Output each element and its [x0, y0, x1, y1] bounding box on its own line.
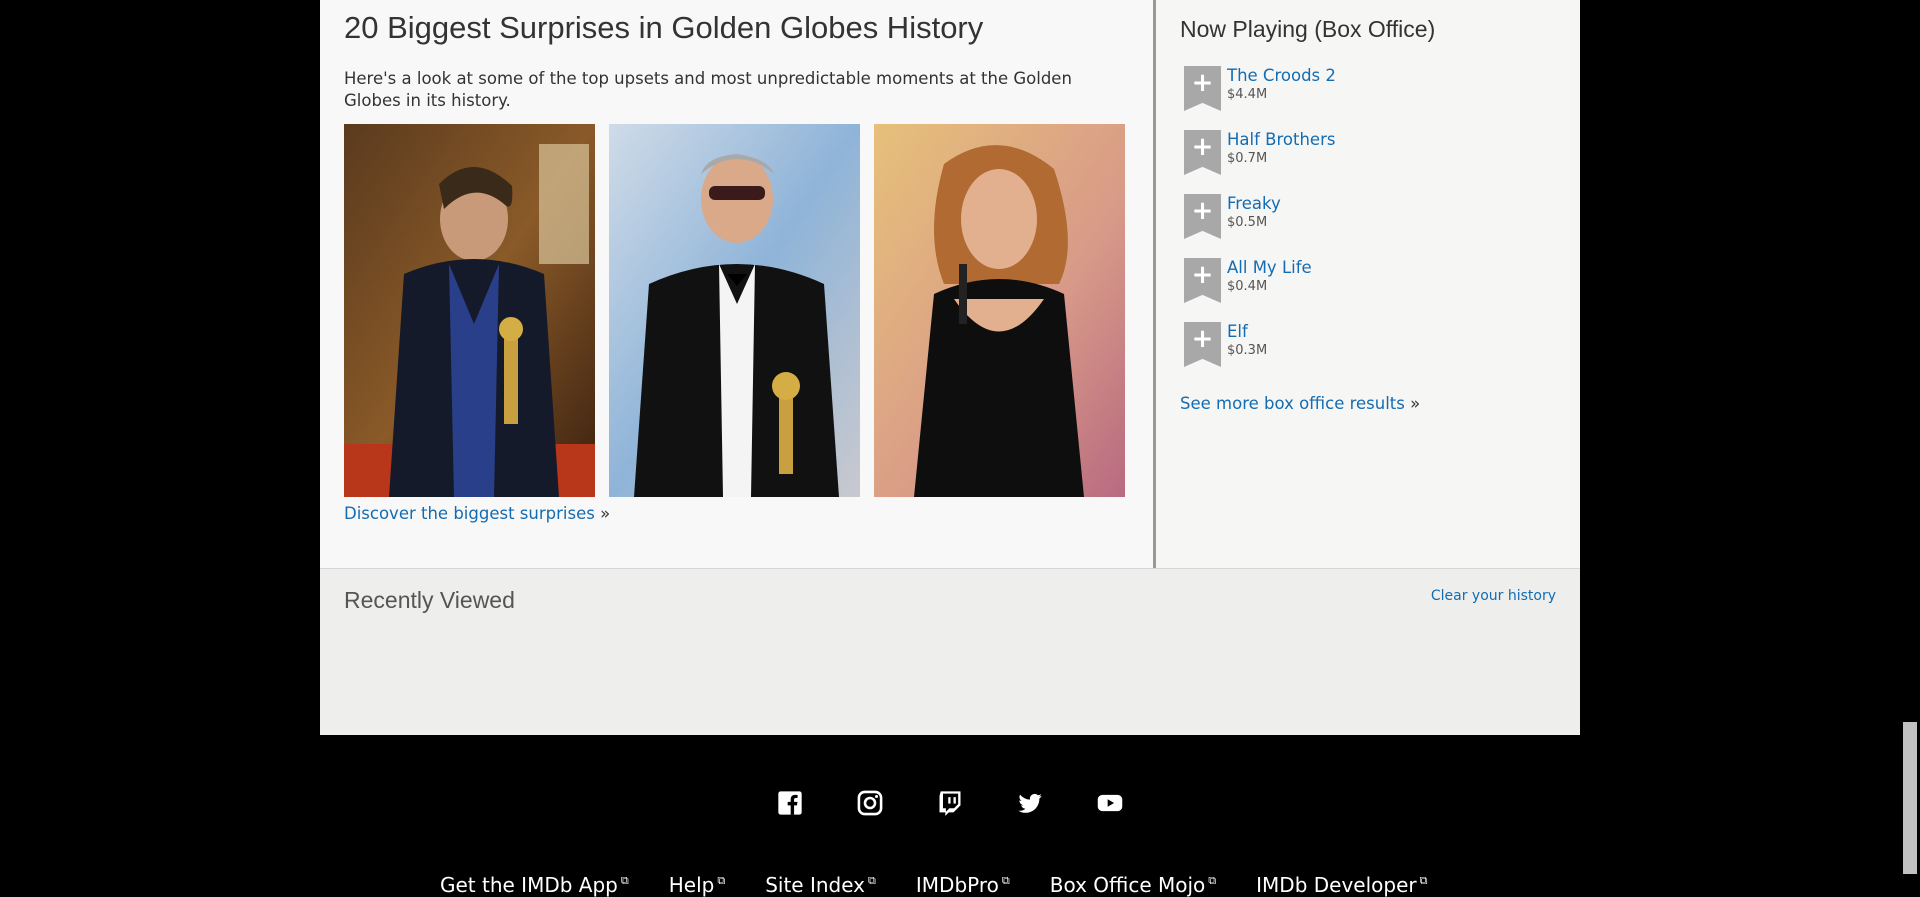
footer-link-box-office-mojo[interactable]: Box Office Mojo ⧉ — [1050, 873, 1216, 897]
box-office-panel: Now Playing (Box Office) + The Croods 2 … — [1156, 0, 1580, 568]
plus-icon: + — [1191, 68, 1214, 98]
box-office-title-link[interactable]: All My Life — [1227, 258, 1312, 277]
feature-photo-3[interactable] — [874, 124, 1125, 497]
external-link-icon: ⧉ — [1208, 874, 1217, 888]
plus-icon: + — [1191, 324, 1214, 354]
external-link-icon: ⧉ — [717, 874, 726, 888]
box-office-title-link[interactable]: Elf — [1227, 322, 1248, 341]
instagram-icon[interactable] — [855, 788, 885, 818]
box-office-gross: $0.4M — [1227, 279, 1268, 294]
more-box-office-arrow: » — [1410, 394, 1421, 413]
youtube-icon[interactable] — [1095, 788, 1125, 818]
clear-history-link[interactable]: Clear your history — [1431, 588, 1556, 604]
box-office-title-link[interactable]: Freaky — [1227, 194, 1281, 213]
feature-panel: 20 Biggest Surprises in Golden Globes Hi… — [320, 0, 1156, 568]
footer-link-site-index[interactable]: Site Index ⧉ — [765, 873, 876, 897]
box-office-item: + Half Brothers $0.7M — [1184, 130, 1564, 182]
add-watchlist-button[interactable]: + — [1184, 66, 1221, 111]
box-office-title: Now Playing (Box Office) — [1180, 16, 1436, 42]
footer-link-help[interactable]: Help ⧉ — [669, 873, 725, 897]
recently-viewed-section: Recently Viewed Clear your history — [320, 569, 1580, 735]
footer-link-label: IMDb Developer — [1256, 873, 1417, 897]
footer-link-label: Site Index — [765, 873, 866, 897]
feature-photo-1[interactable] — [344, 124, 595, 497]
footer-link-developer[interactable]: IMDb Developer ⧉ — [1256, 873, 1427, 897]
more-box-office-label: See more box office results — [1180, 394, 1405, 413]
plus-icon: + — [1191, 196, 1214, 226]
external-link-icon: ⧉ — [1419, 874, 1428, 888]
box-office-item: + The Croods 2 $4.4M — [1184, 66, 1564, 118]
add-watchlist-button[interactable]: + — [1184, 322, 1221, 367]
twitter-icon[interactable] — [1015, 788, 1045, 818]
footer-link-label: IMDbPro — [915, 873, 999, 897]
box-office-gross: $4.4M — [1227, 87, 1268, 102]
plus-icon: + — [1191, 132, 1214, 162]
page-content: 20 Biggest Surprises in Golden Globes Hi… — [320, 0, 1580, 735]
twitch-icon[interactable] — [935, 788, 965, 818]
feature-title: 20 Biggest Surprises in Golden Globes Hi… — [344, 10, 984, 45]
scrollbar-thumb[interactable] — [1903, 722, 1917, 874]
external-link-icon: ⧉ — [1001, 874, 1010, 888]
discover-surprises-link[interactable]: Discover the biggest surprises » — [344, 504, 610, 523]
footer-link-label: Help — [668, 873, 715, 897]
box-office-item: + Freaky $0.5M — [1184, 194, 1564, 246]
footer-links: Get the IMDb App ⧉ Help ⧉ Site Index ⧉ IMDb… — [440, 873, 1427, 897]
add-watchlist-button[interactable]: + — [1184, 258, 1221, 303]
external-link-icon: ⧉ — [620, 874, 629, 888]
box-office-title-link[interactable]: Half Brothers — [1227, 130, 1335, 149]
discover-surprises-arrow: » — [600, 504, 611, 523]
footer-link-imdbpro[interactable]: IMDbPro ⧉ — [916, 873, 1010, 897]
box-office-gross: $0.5M — [1227, 215, 1268, 230]
page-scrollbar[interactable] — [1900, 0, 1920, 888]
box-office-gross: $0.3M — [1227, 343, 1268, 358]
discover-surprises-label: Discover the biggest surprises — [344, 504, 595, 523]
add-watchlist-button[interactable]: + — [1184, 194, 1221, 239]
feature-description: Here's a look at some of the top upsets … — [344, 69, 1072, 110]
more-box-office-link[interactable]: See more box office results » — [1180, 394, 1420, 413]
feature-photo-2[interactable] — [609, 124, 860, 497]
facebook-icon[interactable] — [775, 788, 805, 818]
footer-link-label: Box Office Mojo — [1049, 873, 1206, 897]
box-office-title-link[interactable]: The Croods 2 — [1227, 66, 1336, 85]
recently-viewed-title: Recently Viewed — [344, 587, 515, 613]
box-office-gross: $0.7M — [1227, 151, 1268, 166]
footer-link-label: Get the IMDb App — [440, 873, 618, 897]
footer-link-app[interactable]: Get the IMDb App ⧉ — [440, 873, 629, 897]
box-office-item: + Elf $0.3M — [1184, 322, 1564, 374]
plus-icon: + — [1191, 260, 1214, 290]
external-link-icon: ⧉ — [868, 874, 876, 888]
add-watchlist-button[interactable]: + — [1184, 130, 1221, 175]
box-office-item: + All My Life $0.4M — [1184, 258, 1564, 310]
